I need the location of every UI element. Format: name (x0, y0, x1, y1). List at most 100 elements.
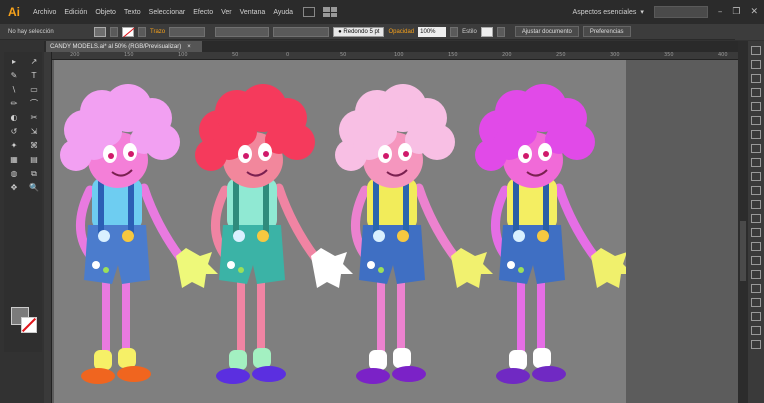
panel-icon[interactable] (751, 256, 761, 265)
tool-14-icon[interactable]: ▦ (7, 154, 21, 165)
tool-3-icon[interactable]: T (27, 70, 41, 81)
bridge-icon[interactable] (303, 7, 316, 17)
panel-icon[interactable] (751, 46, 761, 55)
flower (378, 267, 384, 273)
brush-definition[interactable]: ● Redondo 5 pt (333, 26, 385, 37)
menu-item-seleccionar[interactable]: Seleccionar (145, 9, 190, 16)
panel-icon[interactable] (751, 186, 761, 195)
panel-icon[interactable] (751, 312, 761, 321)
tool-10-icon[interactable]: ↺ (7, 126, 21, 137)
tool-2-icon[interactable]: ✎ (7, 70, 21, 81)
suspender-right (263, 178, 269, 238)
panel-icon[interactable] (751, 228, 761, 237)
menu-item-edicin[interactable]: Edición (60, 9, 91, 16)
tool-9-icon[interactable]: ✂ (27, 112, 41, 123)
panel-icon[interactable] (751, 102, 761, 111)
menu-item-ayuda[interactable]: Ayuda (269, 9, 297, 16)
tool-16-icon[interactable]: ◍ (7, 168, 21, 179)
fill-dropdown[interactable] (110, 26, 118, 37)
tool-4-icon[interactable]: \ (7, 84, 21, 95)
panel-icon[interactable] (751, 242, 761, 251)
tool-1-icon[interactable]: ↗ (27, 56, 41, 67)
ruler-mark: 50 (340, 52, 347, 58)
tool-7-icon[interactable]: ⌒ (27, 98, 41, 109)
panel-icon[interactable] (751, 172, 761, 181)
workspace-switcher[interactable]: Aspectos esenciales ▾ (573, 6, 708, 18)
panel-icon[interactable] (751, 200, 761, 209)
menu-item-objeto[interactable]: Objeto (91, 9, 120, 16)
style-swatch[interactable] (480, 26, 493, 37)
tool-18-icon[interactable]: ✥ (7, 182, 21, 193)
brush-definition-dropdown[interactable] (273, 26, 330, 37)
button-right (397, 230, 409, 242)
menu-item-ver[interactable]: Ver (217, 9, 236, 16)
pupil-left (108, 153, 114, 159)
menu-item-texto[interactable]: Texto (120, 9, 145, 16)
glove (311, 248, 353, 288)
tool-6-icon[interactable]: ✏ (7, 98, 21, 109)
artboard[interactable] (54, 60, 633, 403)
arrange-documents-icon[interactable] (323, 7, 338, 17)
tool-17-icon[interactable]: ⧉ (27, 168, 41, 179)
restore-button[interactable]: ❐ (732, 7, 740, 17)
tool-11-icon[interactable]: ⇲ (27, 126, 41, 137)
minimize-button[interactable]: – (718, 7, 723, 17)
tool-5-icon[interactable]: ▭ (27, 84, 41, 95)
panel-icon[interactable] (751, 284, 761, 293)
style-dropdown[interactable] (496, 26, 505, 37)
panel-icon[interactable] (751, 298, 761, 307)
stroke-dropdown[interactable] (138, 26, 146, 37)
ruler-mark: 150 (124, 52, 134, 58)
panel-icon[interactable] (751, 340, 761, 349)
search-input[interactable] (653, 6, 708, 18)
panel-icon[interactable] (751, 60, 761, 69)
close-button[interactable]: ✕ (750, 7, 758, 17)
leg-left (517, 278, 525, 353)
panel-icon[interactable] (751, 326, 761, 335)
character-artwork[interactable] (54, 60, 633, 403)
scroll-thumb[interactable] (740, 221, 746, 281)
ruler-mark: 250 (556, 52, 566, 58)
tab-close-icon[interactable]: × (187, 44, 191, 50)
tool-15-icon[interactable]: ▤ (27, 154, 41, 165)
stroke-weight-field[interactable] (169, 26, 206, 37)
opacity-dropdown[interactable] (450, 26, 459, 37)
clown-3 (335, 84, 493, 384)
preferences-button[interactable]: Preferencias (582, 26, 631, 37)
variable-width-profile[interactable] (215, 26, 270, 37)
panel-icon[interactable] (751, 74, 761, 83)
tool-8-icon[interactable]: ◐ (7, 112, 21, 123)
tool-13-icon[interactable]: ⌘ (27, 140, 41, 151)
canvas-area[interactable] (52, 60, 738, 403)
horizontal-ruler[interactable]: 200 150 100 50 0 50 100 150 200 250 300 350 400 (52, 52, 738, 60)
menu-item-efecto[interactable]: Efecto (189, 9, 217, 16)
vertical-ruler[interactable] (44, 52, 52, 403)
panel-icon[interactable] (751, 130, 761, 139)
panel-icon[interactable] (751, 116, 761, 125)
flower (92, 261, 100, 269)
opacity-link[interactable]: Opacidad (388, 29, 414, 35)
menu-item-archivo[interactable]: Archivo (29, 9, 60, 16)
document-setup-button[interactable]: Ajustar documento (514, 26, 579, 37)
sock-left (509, 350, 527, 370)
tool-0-icon[interactable]: ▸ (7, 56, 21, 67)
stroke-swatch[interactable] (122, 26, 134, 37)
opacity-field[interactable]: 100% (418, 26, 447, 37)
stroke-link[interactable]: Trazo (150, 29, 165, 35)
fill-swatch[interactable] (94, 26, 106, 37)
button-left (513, 230, 525, 242)
control-bar-menu[interactable] (735, 24, 764, 40)
panel-icon[interactable] (751, 88, 761, 97)
sock-right (533, 348, 551, 368)
fill-stroke-control[interactable] (11, 307, 39, 333)
document-tab[interactable]: CANDY MODELS.ai* al 50% (RGB/Previsualiz… (46, 41, 202, 52)
panel-icon[interactable] (751, 270, 761, 279)
stroke-color-box[interactable] (21, 317, 37, 333)
vertical-scrollbar[interactable] (738, 41, 748, 403)
panel-icon[interactable] (751, 214, 761, 223)
tool-12-icon[interactable]: ✦ (7, 140, 21, 151)
tool-19-icon[interactable]: 🔍 (27, 182, 41, 193)
panel-icon[interactable] (751, 158, 761, 167)
panel-icon[interactable] (751, 144, 761, 153)
menu-item-ventana[interactable]: Ventana (236, 9, 270, 16)
